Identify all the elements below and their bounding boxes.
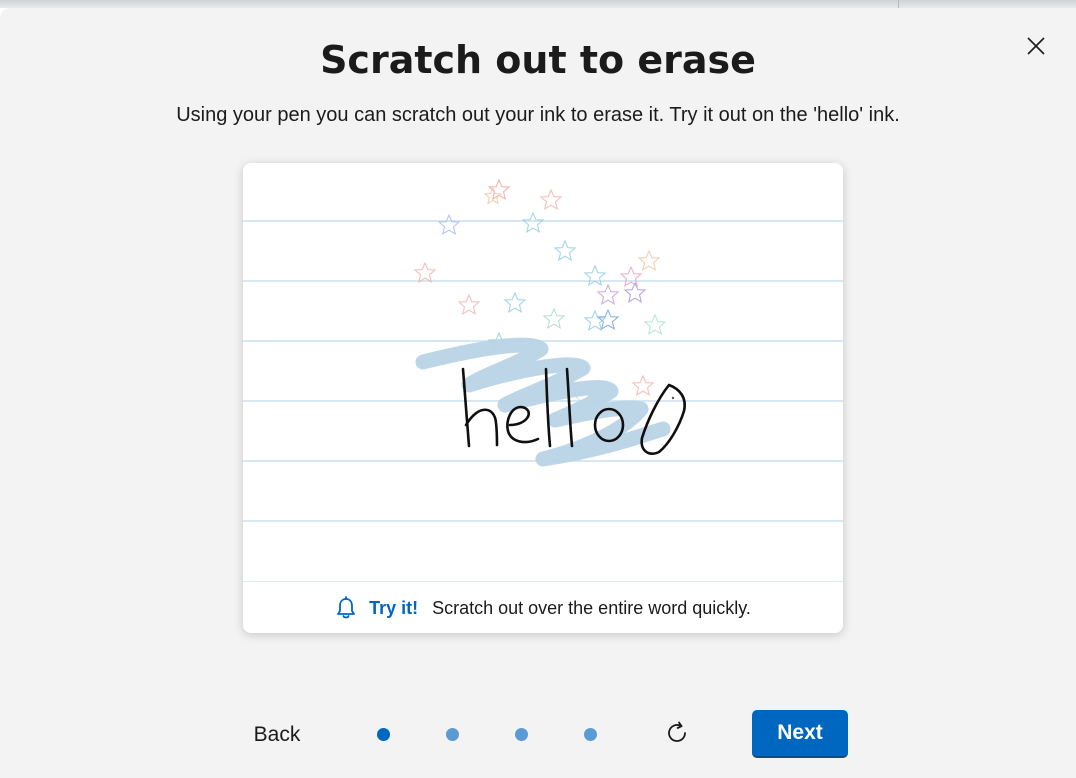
background-window-strip <box>0 0 1076 8</box>
star <box>596 283 620 306</box>
star <box>553 239 577 262</box>
close-button[interactable] <box>1020 30 1052 62</box>
step-dot-4 <box>584 728 597 741</box>
star <box>521 211 545 234</box>
back-button[interactable]: Back <box>244 712 310 758</box>
star <box>542 307 566 330</box>
star <box>503 291 527 314</box>
tip-bar: Try it! Scratch out over the entire word… <box>243 581 843 633</box>
next-button[interactable]: Next <box>752 710 848 758</box>
star <box>631 374 655 397</box>
star <box>539 188 563 211</box>
star <box>637 249 661 272</box>
star <box>457 293 481 316</box>
page-subtitle: Using your pen you can scratch out your … <box>176 104 900 126</box>
star <box>643 313 667 336</box>
star <box>619 265 643 288</box>
ink-canvas[interactable] <box>243 163 843 581</box>
star <box>623 281 647 304</box>
tip-label: Try it! <box>369 597 419 618</box>
star <box>413 261 437 284</box>
practice-card: Try it! Scratch out over the entire word… <box>243 163 843 633</box>
reset-button[interactable] <box>660 716 694 750</box>
pen-tutorial-dialog: Scratch out to erase Using your pen you … <box>0 8 1076 778</box>
star <box>437 213 461 236</box>
step-dot-1 <box>377 728 390 741</box>
close-icon <box>1027 37 1045 55</box>
scratch-scribble <box>415 337 671 467</box>
step-dot-3 <box>515 728 528 741</box>
tip-text: Scratch out over the entire word quickly… <box>432 597 751 618</box>
star <box>596 308 620 331</box>
window-divider <box>898 0 899 8</box>
step-dot-2 <box>446 728 459 741</box>
bell-icon <box>335 596 357 620</box>
refresh-icon <box>668 721 686 742</box>
page-title: Scratch out to erase <box>320 38 756 82</box>
star <box>583 264 607 287</box>
